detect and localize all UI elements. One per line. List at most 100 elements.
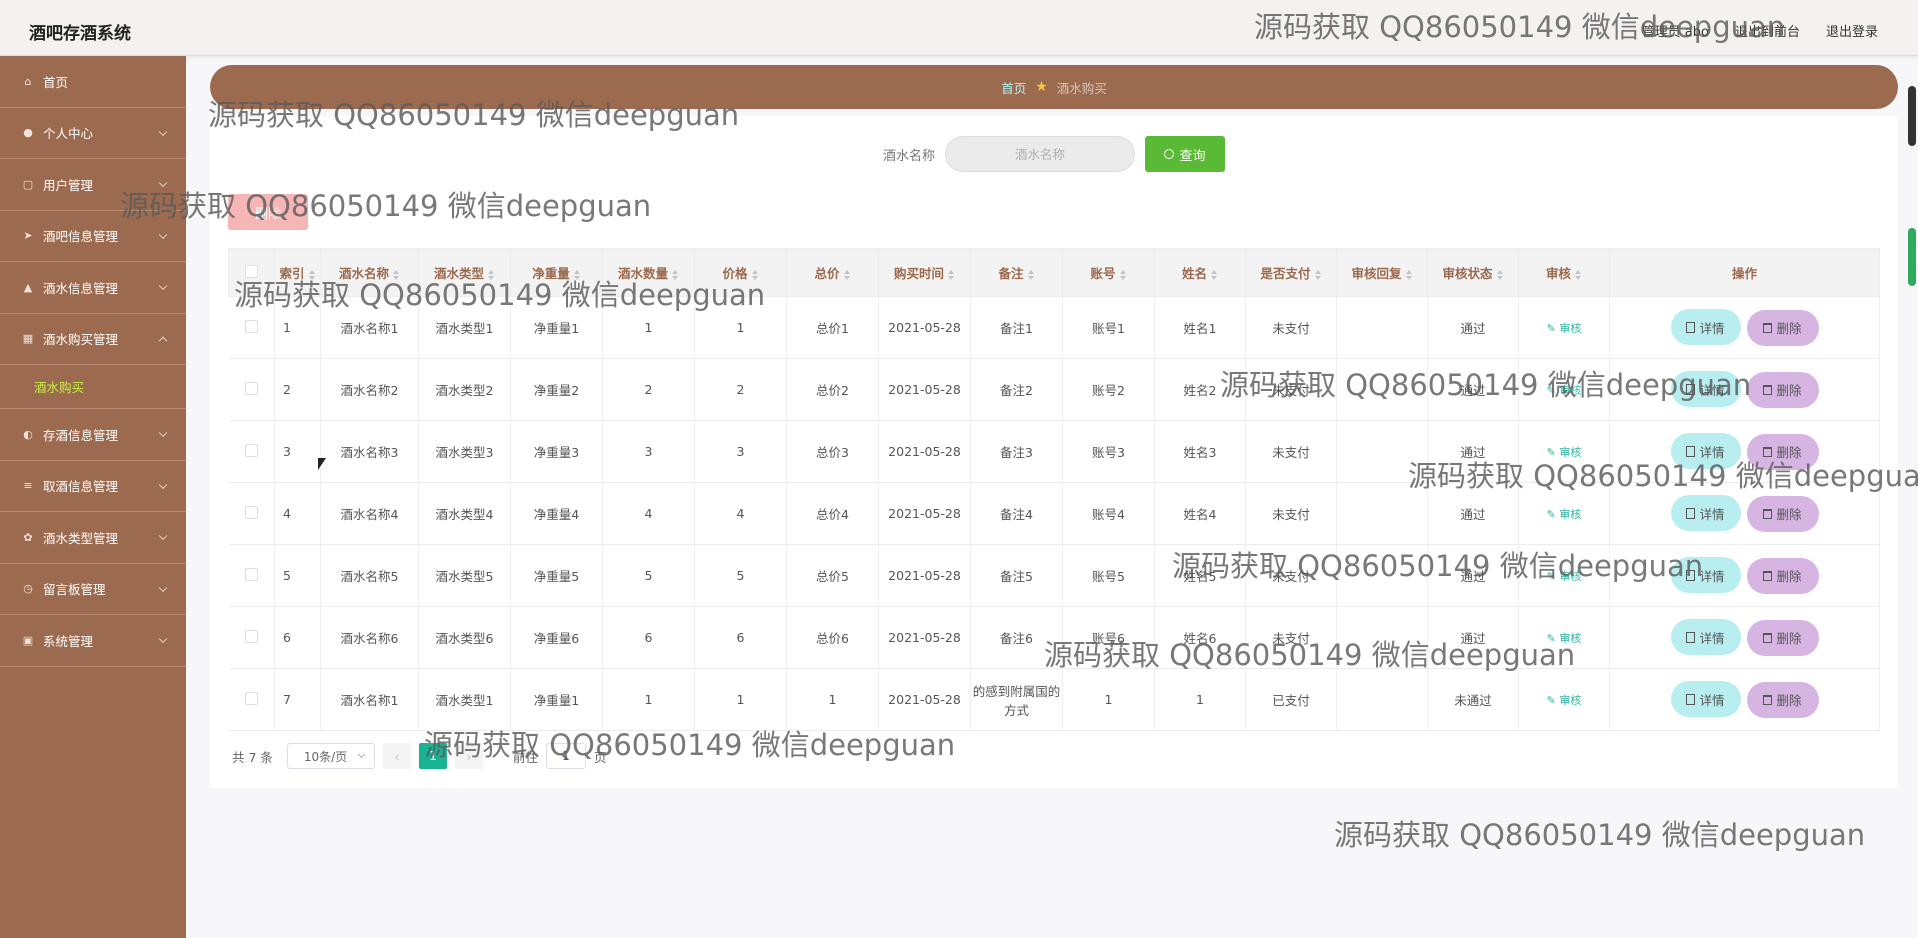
sort-icon[interactable] — [1119, 269, 1127, 280]
detail-button-label: 详情 — [1699, 692, 1725, 708]
search-input[interactable] — [945, 136, 1135, 172]
front-link[interactable]: 退出到前台 — [1735, 21, 1800, 40]
next-page-button[interactable]: › — [454, 743, 483, 769]
sort-icon[interactable] — [1027, 269, 1035, 280]
page-number-current[interactable]: 1 — [418, 743, 447, 769]
review-link[interactable]: ✎ 审核 — [1547, 694, 1582, 707]
column-header[interactable]: 酒水数量 — [602, 248, 695, 297]
cell-review: ✎ 审核 — [1518, 544, 1610, 607]
column-header-label: 审核回复 — [1351, 266, 1402, 281]
sort-icon[interactable] — [1496, 269, 1504, 280]
sidebar-item[interactable]: ▢ 用户管理 — [0, 159, 186, 211]
review-link[interactable]: ✎ 审核 — [1547, 570, 1582, 583]
sort-icon[interactable] — [948, 269, 955, 280]
sort-icon[interactable] — [1211, 269, 1218, 280]
delete-button[interactable]: 删除 — [1746, 557, 1819, 594]
sort-icon[interactable] — [1405, 269, 1413, 280]
sidebar-item[interactable]: ✿ 酒水类型管理 — [0, 512, 186, 564]
column-header[interactable]: 备注 — [970, 248, 1063, 297]
row-checkbox[interactable] — [244, 567, 258, 581]
edit-icon: ✎ — [1546, 445, 1560, 459]
document-icon — [1686, 445, 1696, 457]
page-size-select[interactable]: 10条/页 — [286, 743, 375, 769]
logout-link[interactable]: 退出登录 — [1826, 21, 1878, 40]
detail-button[interactable]: 详情 — [1670, 309, 1741, 346]
scrollbar-thumb[interactable] — [1908, 86, 1916, 146]
sort-icon[interactable] — [393, 269, 400, 280]
delete-button[interactable]: 删除 — [1746, 309, 1819, 346]
column-header[interactable]: 审核 — [1518, 248, 1610, 297]
review-link[interactable]: ✎ 审核 — [1547, 322, 1582, 335]
column-header[interactable]: 索引 — [274, 248, 321, 297]
row-checkbox[interactable] — [244, 381, 258, 395]
select-all-checkbox[interactable] — [245, 264, 258, 278]
detail-button[interactable]: 详情 — [1670, 433, 1741, 470]
edit-icon: ✎ — [1546, 383, 1560, 397]
sort-icon[interactable] — [672, 269, 679, 280]
send-icon: ➤ — [23, 229, 33, 243]
search-row: 酒水名称 查询 — [210, 136, 1898, 172]
sidebar-subitem-active[interactable]: 酒水购买 — [0, 365, 186, 409]
row-checkbox[interactable] — [244, 691, 258, 705]
review-link[interactable]: ✎ 审核 — [1547, 632, 1582, 645]
sidebar-item[interactable]: ⌂ 首页 — [0, 56, 186, 108]
prev-page-button[interactable]: ‹ — [382, 743, 411, 769]
search-button[interactable]: 查询 — [1145, 136, 1225, 172]
detail-button[interactable]: 详情 — [1670, 557, 1741, 594]
delete-button[interactable]: 删除 — [1746, 371, 1819, 408]
column-header[interactable]: 价格 — [694, 248, 787, 297]
column-header-label: 操作 — [1731, 266, 1757, 281]
column-header[interactable]: 账号 — [1062, 248, 1155, 297]
review-link[interactable]: ✎ 审核 — [1547, 446, 1582, 459]
sidebar-item[interactable]: ≡ 取酒信息管理 — [0, 461, 186, 512]
sort-icon[interactable] — [751, 269, 759, 280]
row-checkbox[interactable] — [244, 505, 258, 519]
sort-icon[interactable] — [488, 269, 495, 280]
column-header[interactable]: 净重量 — [510, 248, 603, 297]
row-checkbox[interactable] — [244, 319, 258, 333]
column-header[interactable]: 姓名 — [1154, 248, 1246, 297]
detail-button[interactable]: 详情 — [1670, 495, 1741, 532]
column-header-label: 是否支付 — [1260, 266, 1311, 281]
sidebar-item[interactable]: ➤ 酒吧信息管理 — [0, 211, 186, 262]
delete-button-label: 删除 — [1776, 445, 1802, 461]
column-header[interactable]: 审核状态 — [1427, 248, 1519, 297]
batch-delete-button[interactable]: 删除 — [228, 194, 308, 230]
column-header[interactable]: 酒水类型 — [418, 248, 511, 297]
detail-button[interactable]: 详情 — [1670, 371, 1741, 408]
cell-index: 6 — [274, 606, 321, 669]
delete-button[interactable]: 删除 — [1746, 495, 1819, 532]
detail-button-label: 详情 — [1699, 320, 1725, 336]
delete-button[interactable]: 删除 — [1746, 681, 1819, 718]
sidebar-item[interactable]: ▲ 酒水信息管理 — [0, 262, 186, 314]
sort-icon[interactable] — [843, 269, 851, 280]
row-checkbox[interactable] — [244, 443, 258, 457]
scrollbar-thumb-secondary[interactable] — [1908, 228, 1916, 286]
chevron-down-icon — [158, 480, 168, 489]
grid-icon: ▦ — [22, 332, 34, 346]
column-header[interactable]: 是否支付 — [1245, 248, 1337, 297]
sort-icon[interactable] — [1314, 269, 1322, 280]
row-checkbox[interactable] — [244, 629, 258, 643]
delete-button[interactable]: 删除 — [1746, 619, 1819, 656]
column-header[interactable]: 酒水名称 — [320, 248, 419, 297]
sidebar-item[interactable]: ● 个人中心 — [0, 108, 186, 159]
detail-button[interactable]: 详情 — [1670, 681, 1741, 718]
column-header[interactable]: 总价 — [786, 248, 879, 297]
detail-button[interactable]: 详情 — [1670, 619, 1741, 656]
cell-qty: 5 — [602, 544, 695, 607]
sidebar-item[interactable]: ◐ 存酒信息管理 — [0, 409, 186, 461]
column-header[interactable]: 购买时间 — [878, 248, 971, 297]
review-link[interactable]: ✎ 审核 — [1547, 508, 1582, 521]
review-link[interactable]: ✎ 审核 — [1547, 384, 1582, 397]
sidebar-item[interactable]: ◷ 留言板管理 — [0, 564, 186, 615]
sort-icon[interactable] — [308, 269, 316, 280]
sidebar-item[interactable]: ▣ 系统管理 — [0, 615, 186, 667]
sort-icon[interactable] — [573, 269, 581, 280]
delete-button[interactable]: 删除 — [1746, 433, 1819, 470]
sidebar-item[interactable]: ▦ 酒水购买管理 — [0, 314, 186, 365]
column-header[interactable]: 审核回复 — [1336, 248, 1428, 297]
goto-input[interactable] — [545, 743, 586, 769]
breadcrumb-home[interactable]: 首页 — [1001, 78, 1026, 97]
sort-icon[interactable] — [1575, 269, 1582, 280]
